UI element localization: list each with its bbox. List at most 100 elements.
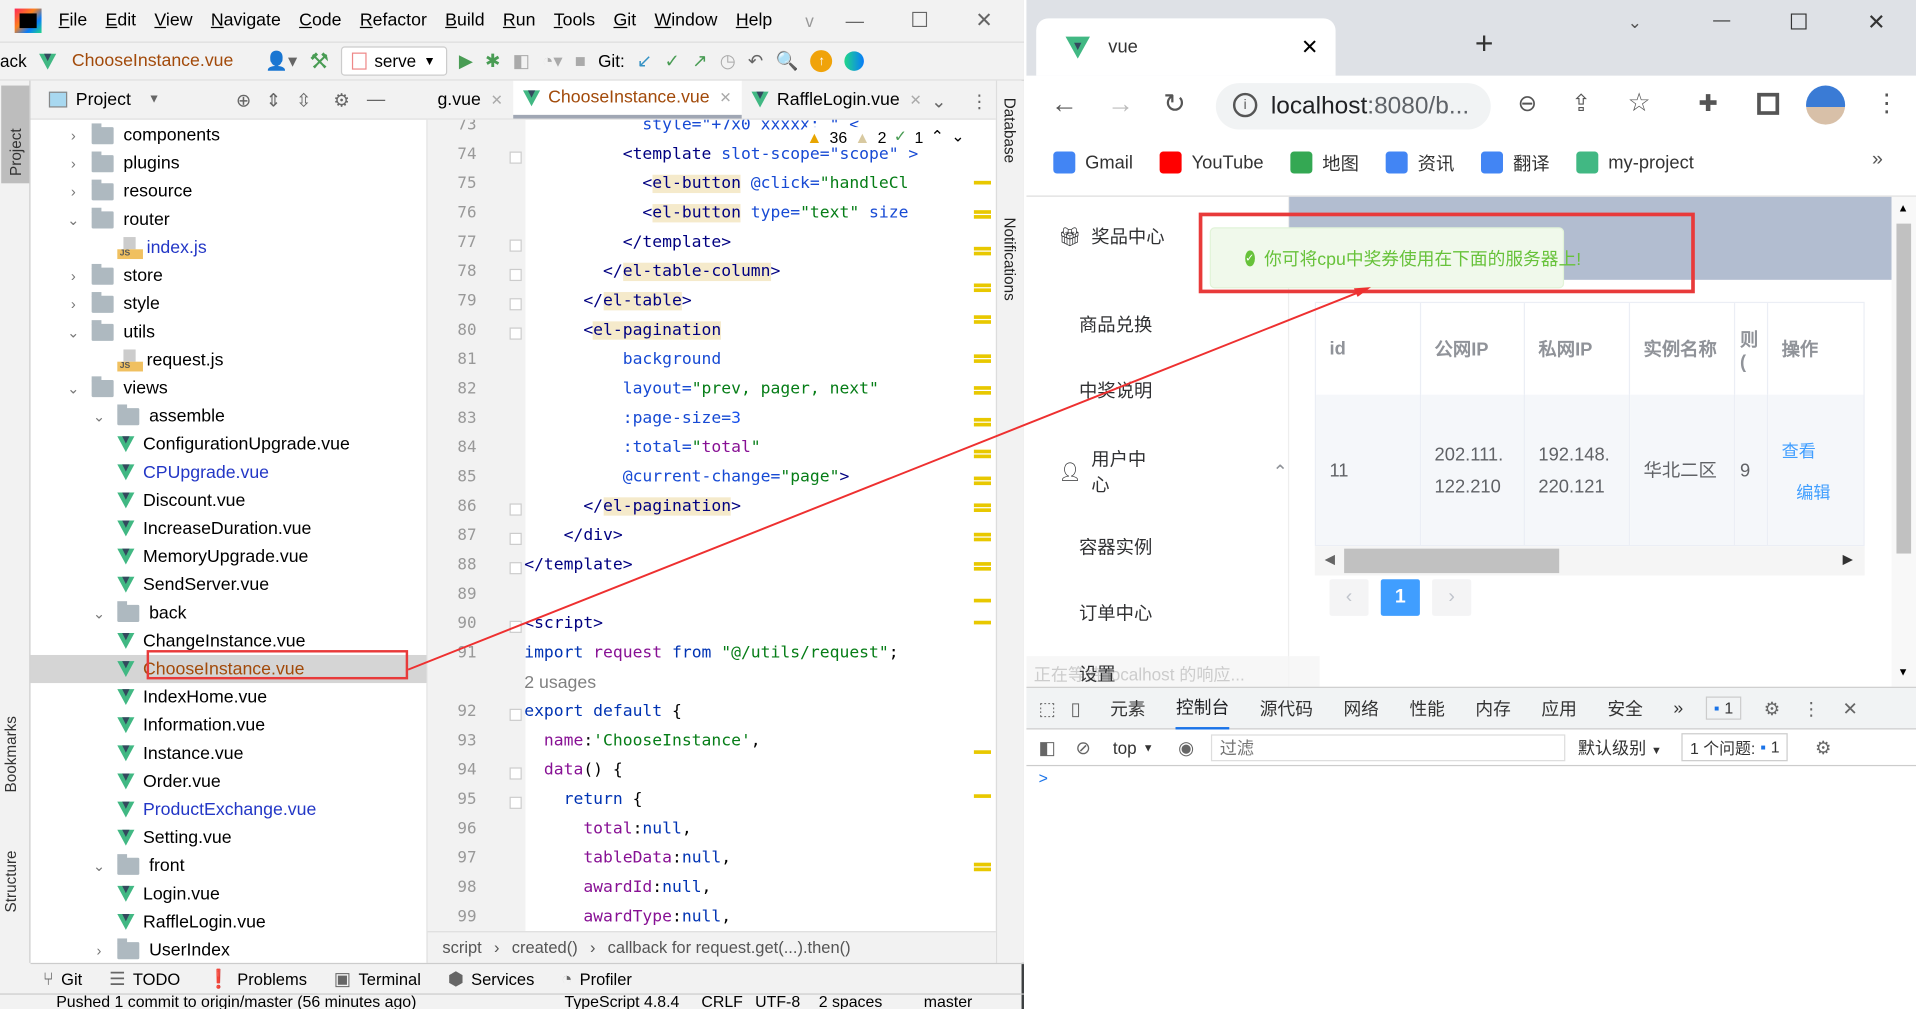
clear-console-icon[interactable]: ⊘ [1076,736,1091,758]
error-stripe-mark[interactable] [973,566,991,571]
page-vertical-scrollbar[interactable]: ▲ ▼ [1891,196,1916,687]
error-stripe-mark[interactable] [973,794,991,798]
fold-icon[interactable] [509,562,522,575]
tree-item[interactable]: ProductExchange.vue [31,795,427,823]
tree-item[interactable]: ⌄ front [31,852,427,880]
error-stripe-mark[interactable] [973,867,991,872]
error-stripe-mark[interactable] [973,750,991,754]
chevron-down-icon[interactable]: ⌄ [90,857,107,874]
tree-item[interactable]: › components [31,121,427,149]
tree-item[interactable]: CPUpgrade.vue [31,458,427,486]
fold-icon[interactable] [509,268,522,282]
expand-all-icon[interactable]: ⇕ [266,89,281,111]
menu-build[interactable]: Build [445,11,484,31]
devtools-tab[interactable]: 网络 [1343,687,1378,729]
build-hammer-icon[interactable]: ⚒ [309,48,329,74]
sidebar-item[interactable]: 商品兑换 [1079,312,1152,338]
tree-item[interactable]: ⌄ back [31,599,427,627]
next-page-button[interactable]: › [1432,579,1472,616]
reload-icon[interactable]: ↻ [1163,88,1186,120]
tool-profiler[interactable]: ◔ Profiler [561,968,632,989]
tree-item[interactable]: ⌄ views [31,374,427,402]
error-stripe-mark[interactable] [973,251,991,256]
error-stripe-mark[interactable] [973,315,991,319]
table-header[interactable]: 公网IP [1421,303,1525,395]
devtools-tab[interactable]: 内存 [1475,687,1510,729]
git-commit-icon[interactable]: ✓ [665,50,680,72]
error-stripe-mark[interactable] [973,562,991,566]
tree-item[interactable]: Setting.vue [31,824,427,852]
breadcrumb-item[interactable]: callback for request.get(...).then() [608,938,851,956]
sidebar-item[interactable]: 👤︎ 用户中心 ⌃ [1058,446,1288,497]
tool-window-structure[interactable]: Structure [2,850,19,916]
tree-item[interactable]: Login.vue [31,880,427,908]
update-icon[interactable]: ↑ [810,50,833,73]
coverage-icon[interactable]: ◧ [513,50,530,72]
error-stripe-mark[interactable] [973,598,991,603]
tree-item[interactable]: ConfigurationUpgrade.vue [31,430,427,458]
debug-icon[interactable]: ✱ [485,50,500,72]
chevron-down-icon[interactable]: ⌄ [90,408,107,425]
error-stripe-mark[interactable] [973,359,991,363]
scroll-up-icon[interactable]: ▲ [1898,202,1909,214]
more-tabs-icon[interactable]: » [1673,698,1683,718]
tree-item[interactable]: SendServer.vue [31,571,427,599]
fold-icon[interactable] [509,327,522,340]
chevron-down-icon[interactable]: ⌄ [65,379,82,396]
editor-tab[interactable]: g.vue ✕ [428,81,513,119]
editor-tab[interactable]: ChooseInstance.vue ✕ [512,80,742,119]
eye-icon[interactable]: ◉ [1178,736,1194,758]
error-stripe-mark[interactable] [973,246,991,251]
tool-window-project[interactable]: Project [1,85,30,184]
error-stripe-mark[interactable] [973,210,991,214]
close-tab-icon[interactable]: ✕ [910,91,922,108]
error-stripe-mark[interactable] [973,320,991,324]
stop-icon[interactable]: ■ [575,51,586,72]
devtools-tab[interactable]: 源代码 [1260,687,1313,729]
error-stripe-mark[interactable] [973,391,991,395]
tree-item[interactable]: Instance.vue [31,739,427,767]
tree-item[interactable]: › UserIndex [31,936,427,963]
devtools-tab[interactable]: 安全 [1607,687,1642,729]
menu-edit[interactable]: Edit [106,11,137,31]
minimize-icon[interactable]: — [1713,10,1730,30]
bookmark[interactable]: 翻译 [1481,150,1550,176]
table-horizontal-scrollbar[interactable]: ◀ ▶ [1314,546,1865,576]
page-button[interactable]: 1 [1380,579,1420,616]
tree-item[interactable]: ⌄ router [31,205,427,233]
close-window-icon[interactable]: ✕ [1867,10,1885,36]
error-stripe-mark[interactable] [973,215,991,219]
nav-back[interactable]: ack [0,51,27,71]
share-icon[interactable]: ⇪ [1571,90,1590,118]
error-stripe-mark[interactable] [973,417,991,422]
tab-search-icon[interactable]: ⌄ [1628,12,1642,33]
console-filter-input[interactable] [1211,733,1566,761]
error-stripe-mark[interactable] [973,620,991,625]
history-icon[interactable]: ◷ [720,50,736,72]
fold-icon[interactable] [509,151,522,164]
menu-git[interactable]: Git [613,11,636,31]
error-stripe-mark[interactable] [973,422,991,427]
project-view-select[interactable]: Project [76,90,131,110]
fold-icon[interactable] [509,620,522,633]
close-devtools-icon[interactable]: ✕ [1842,697,1857,719]
editor-tab[interactable]: RaffleLogin.vue ✕ [741,81,931,119]
menu-view[interactable]: View [154,11,192,31]
error-stripe-mark[interactable] [973,476,991,481]
status-message[interactable]: Pushed 1 commit to origin/master (56 min… [56,995,416,1009]
user-icon[interactable]: 👤▾ [265,50,297,72]
error-stripe-mark[interactable] [973,862,991,867]
tree-item[interactable]: › store [31,261,427,289]
tool-window-database[interactable]: Database [1001,98,1018,167]
close-tab-icon[interactable]: ✕ [491,91,503,108]
tool-problems[interactable]: ❗ Problems [207,968,307,990]
scroll-left-icon[interactable]: ◀ [1325,551,1335,567]
status-encoding[interactable]: UTF-8 [755,995,800,1009]
inspection-widget[interactable]: ▲ 36 ▲ 2 ✓ 1 ⌃ ⌄ [806,127,965,147]
bookmark[interactable]: 地图 [1290,150,1359,176]
devtools-tab[interactable]: 性能 [1409,687,1444,729]
menu-run[interactable]: Run [503,11,536,31]
chevron-right-icon[interactable]: › [65,295,82,312]
prev-highlight-icon[interactable]: ⌃ [931,127,944,147]
hide-icon[interactable]: — [367,89,385,110]
